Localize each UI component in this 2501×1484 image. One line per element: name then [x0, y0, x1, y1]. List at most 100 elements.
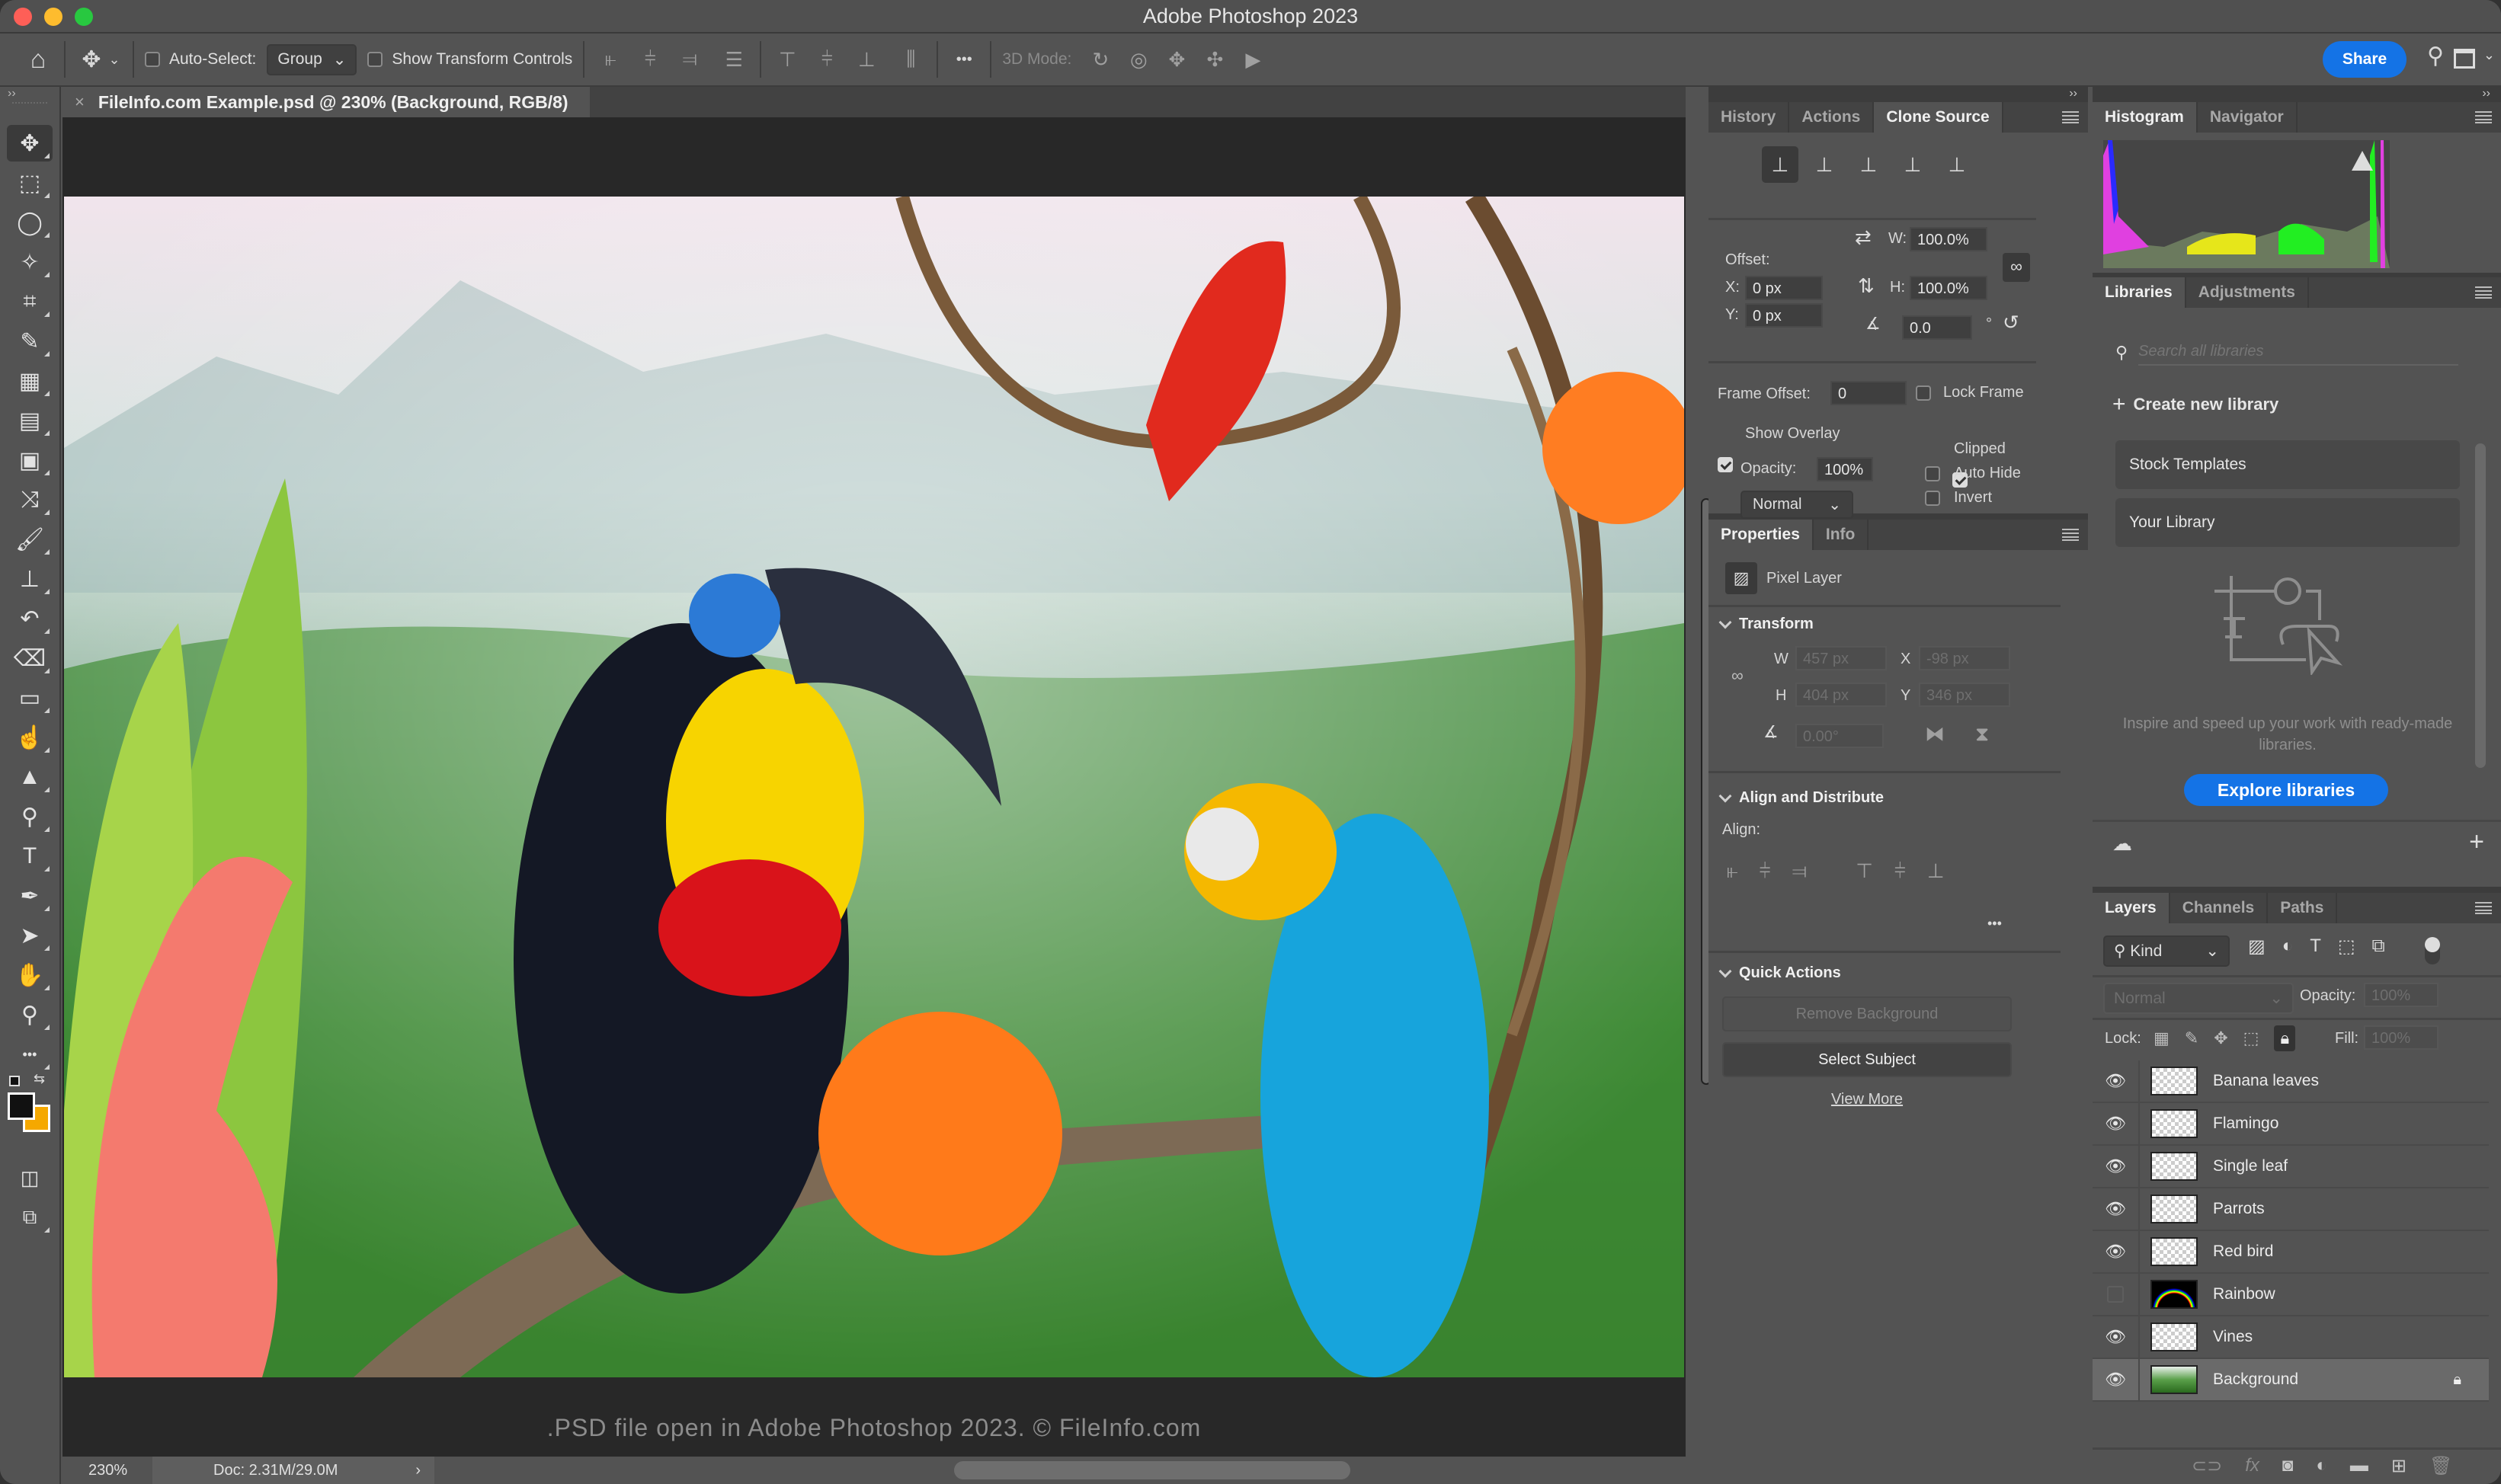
reset-transform-icon[interactable]: ↺ — [2003, 311, 2019, 334]
distribute-horizontal-icon[interactable]: ⫼ — [895, 47, 926, 72]
eye-icon[interactable]: 👁︎ — [2093, 1060, 2140, 1102]
align-middle-vertical-icon[interactable]: ⫩ — [1894, 859, 1906, 884]
align-distribute-section-header[interactable]: Align and Distribute — [1718, 789, 1884, 807]
transform-x-input[interactable]: -98 px — [1919, 646, 2010, 670]
eye-icon[interactable]: 👁︎ — [2093, 1316, 2140, 1358]
lock-icon[interactable]: 🔒︎ — [2453, 1371, 2461, 1389]
collapse-icon[interactable]: ›› — [0, 87, 59, 102]
filter-smart-object-icon[interactable]: ⧉ — [2372, 935, 2385, 958]
offset-x-input[interactable]: 0 px — [1745, 276, 1823, 300]
tab-history[interactable]: History — [1708, 102, 1790, 133]
layer-row[interactable]: Rainbow — [2093, 1274, 2489, 1316]
library-item-stock-templates[interactable]: Stock Templates — [2115, 440, 2460, 489]
drag-handle[interactable] — [12, 102, 47, 111]
tab-clone-source[interactable]: Clone Source — [1874, 102, 2003, 133]
slide-3d-icon[interactable]: ✣ — [1199, 48, 1230, 72]
align-right-edges-icon[interactable]: ⫤ — [674, 47, 705, 72]
flip-vertical-icon[interactable]: ⇅ — [1858, 274, 1875, 298]
explore-libraries-button[interactable]: Explore libraries — [2184, 774, 2388, 806]
gradient-tool[interactable]: ▭ — [7, 680, 53, 716]
add-content-icon[interactable]: + — [2469, 827, 2484, 857]
tab-actions[interactable]: Actions — [1789, 102, 1875, 133]
document-tab[interactable]: × FileInfo.com Example.psd @ 230% (Backg… — [62, 87, 590, 117]
transform-section-header[interactable]: Transform — [1718, 616, 1814, 633]
panel-menu-icon[interactable] — [2475, 111, 2492, 123]
align-top-icon[interactable]: ⊤ — [1856, 859, 1873, 884]
layer-row[interactable]: 👁︎ Vines — [2093, 1316, 2489, 1359]
eyedropper-tool[interactable]: ✎ — [7, 323, 53, 360]
marquee-tool[interactable]: ⬚ — [7, 165, 53, 201]
link-icon[interactable]: ∞ — [2003, 253, 2030, 282]
share-button[interactable]: Share — [2323, 41, 2407, 78]
tab-channels[interactable]: Channels — [2170, 893, 2269, 923]
more-options-button[interactable]: ••• — [949, 51, 979, 69]
clone-source-2-icon[interactable]: ⊥ — [1806, 146, 1843, 183]
sharpen-tool[interactable]: ▲ — [7, 759, 53, 795]
eye-icon[interactable]: 👁︎ — [2093, 1188, 2140, 1230]
lasso-tool[interactable]: ◯ — [7, 204, 53, 241]
tab-paths[interactable]: Paths — [2268, 893, 2338, 923]
fill-input[interactable]: 100% — [2364, 1025, 2439, 1050]
default-colors-icon[interactable] — [9, 1076, 20, 1086]
align-vertical-centers-icon[interactable]: ⫩ — [812, 47, 842, 72]
layer-row[interactable]: 👁︎ Parrots — [2093, 1188, 2489, 1231]
panel-menu-icon[interactable] — [2475, 902, 2492, 914]
eye-icon[interactable]: 👁︎ — [2093, 1231, 2140, 1272]
transform-height-input[interactable]: 404 px — [1795, 683, 1887, 707]
align-left-icon[interactable]: ⫦ — [1727, 859, 1738, 884]
flip-horizontal-icon[interactable]: ⧓ — [1925, 722, 1945, 746]
clone-source-4-icon[interactable]: ⊥ — [1894, 146, 1931, 183]
layer-row[interactable]: 👁︎ Background 🔒︎ — [2093, 1359, 2489, 1402]
dodge-tool[interactable]: ⚲ — [7, 798, 53, 835]
filter-adjustment-icon[interactable]: ◐ — [2282, 935, 2294, 958]
panel-menu-icon[interactable] — [2062, 529, 2079, 541]
lock-all-icon[interactable]: 🔒︎ — [2274, 1025, 2296, 1051]
lock-position-icon[interactable]: ✥ — [2214, 1028, 2227, 1048]
lock-transparent-pixels-icon[interactable]: ▦ — [2154, 1028, 2170, 1048]
tab-navigator[interactable]: Navigator — [2198, 102, 2298, 133]
close-window-button[interactable] — [14, 8, 32, 26]
vertical-scrollbar[interactable] — [1686, 117, 1712, 1457]
library-search-input[interactable] — [2138, 338, 2458, 366]
tab-info[interactable]: Info — [1814, 520, 1869, 550]
libraries-scrollbar[interactable] — [2475, 443, 2486, 768]
layer-filter-dropdown[interactable]: ⚲ Kind ⌄ — [2103, 935, 2230, 967]
swap-colors-icon[interactable]: ⇆ — [34, 1071, 45, 1087]
height-scale-input[interactable]: 100.0% — [1910, 276, 1987, 300]
chevron-down-icon[interactable]: ⌄ — [107, 52, 122, 68]
layer-blend-mode-dropdown[interactable]: Normal ⌄ — [2103, 983, 2294, 1014]
move-tool-preset-icon[interactable]: ✥ — [76, 46, 107, 73]
quick-actions-section-header[interactable]: Quick Actions — [1718, 964, 1841, 982]
transform-width-input[interactable]: 457 px — [1795, 646, 1887, 670]
panel-menu-icon[interactable] — [2062, 111, 2079, 123]
collapse-icon[interactable]: ›› — [2093, 87, 2501, 102]
overlay-blend-mode-dropdown[interactable]: Normal ⌄ — [1740, 491, 1853, 519]
flip-horizontal-icon[interactable]: ⇄ — [1855, 225, 1872, 249]
foreground-color-swatch[interactable] — [8, 1092, 35, 1120]
minimize-window-button[interactable] — [44, 8, 62, 26]
zoom-window-button[interactable] — [75, 8, 93, 26]
crop-tool[interactable]: ⌗ — [7, 283, 53, 320]
clone-source-5-icon[interactable]: ⊥ — [1939, 146, 1975, 183]
library-item-your-library[interactable]: Your Library — [2115, 498, 2460, 547]
quick-mask-icon[interactable]: ◫ — [7, 1159, 53, 1196]
more-align-options-icon[interactable]: ••• — [1987, 916, 2002, 932]
align-center-horizontal-icon[interactable]: ⫩ — [1760, 859, 1771, 884]
zoom-level[interactable]: 230% — [62, 1462, 152, 1479]
new-adjustment-layer-icon[interactable]: ◐ — [2316, 1455, 2327, 1477]
eye-icon[interactable]: 👁︎ — [2093, 1146, 2140, 1187]
doc-size-info[interactable]: Doc: 2.31M/29.0M › — [152, 1457, 434, 1484]
select-subject-button[interactable]: Select Subject — [1722, 1042, 2012, 1077]
content-aware-move-tool[interactable]: ⤨ — [7, 481, 53, 518]
filter-type-icon[interactable]: T — [2310, 935, 2321, 958]
screen-mode-icon[interactable]: ⧉ — [7, 1199, 53, 1236]
scale-3d-camera-icon[interactable]: ▶ — [1238, 48, 1268, 72]
orbit-3d-icon[interactable]: ↻ — [1085, 48, 1116, 72]
smudge-tool[interactable]: ☝ — [7, 719, 53, 756]
show-overlay-checkbox[interactable] — [1718, 457, 1733, 472]
lock-artboard-icon[interactable]: ⬚ — [2243, 1028, 2259, 1048]
link-icon[interactable]: ∞ — [1731, 666, 1744, 686]
hand-tool[interactable]: ✋ — [7, 957, 53, 993]
brush-tool[interactable]: 🖌 — [7, 521, 53, 558]
align-top-edges-icon[interactable]: ⊤ — [772, 48, 802, 72]
